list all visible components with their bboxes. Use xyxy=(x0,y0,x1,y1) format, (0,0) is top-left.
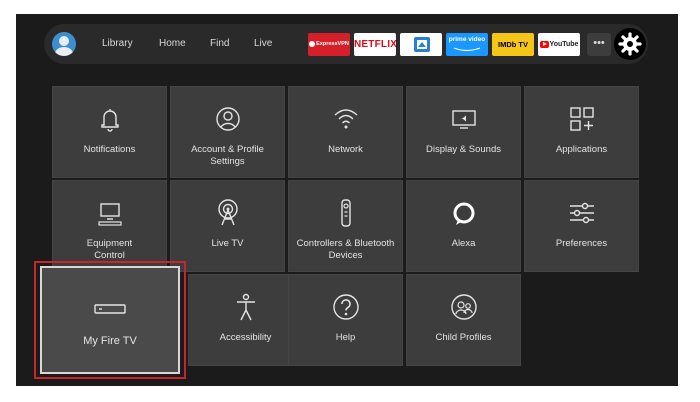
top-nav-bar: Library Home Find Live ExpressVPN NETFLI… xyxy=(44,24,648,64)
accessibility-icon xyxy=(236,293,255,321)
alexa-ring-icon xyxy=(453,202,474,225)
app-imdb-label: IMDb TV xyxy=(498,40,528,49)
focus-highlight-outline xyxy=(34,261,186,379)
tile-applications[interactable]: Applications xyxy=(524,86,639,178)
tile-help[interactable]: Help xyxy=(288,274,403,366)
app-netflix-label: NETFLIX xyxy=(354,39,396,50)
tile-controllers-bluetooth-label-line2: Devices xyxy=(328,250,363,261)
youtube-play-icon xyxy=(539,40,549,48)
display-icon xyxy=(451,110,476,129)
tile-network[interactable]: Network xyxy=(288,86,403,178)
user-circle-icon xyxy=(215,107,240,131)
remote-icon xyxy=(340,199,351,227)
app-netflix[interactable]: NETFLIX xyxy=(354,33,396,56)
tile-equipment-control[interactable]: Equipment Control xyxy=(52,180,167,272)
tile-account-profile[interactable]: Account & Profile Settings xyxy=(170,86,285,178)
prime-smile-icon xyxy=(453,47,481,52)
tile-help-label: Help xyxy=(335,332,356,343)
antenna-icon xyxy=(217,199,238,226)
tile-alexa[interactable]: Alexa xyxy=(406,180,521,272)
question-icon xyxy=(332,294,359,320)
tile-accessibility[interactable]: Accessibility xyxy=(188,274,303,366)
tile-equipment-control-label-line1: Equipment xyxy=(86,238,133,249)
tile-account-profile-label: Account & Profile Settings xyxy=(175,144,280,168)
monitor-icon xyxy=(97,203,122,226)
tile-notifications[interactable]: Notifications xyxy=(52,86,167,178)
gear-icon xyxy=(618,32,642,56)
tile-display-sounds[interactable]: Display & Sounds xyxy=(406,86,521,178)
tile-account-profile-label-line1: Account & Profile xyxy=(191,144,264,155)
tile-display-sounds-label: Display & Sounds xyxy=(426,144,501,155)
tile-controllers-bluetooth-label: Controllers & Bluetooth Devices xyxy=(293,238,398,262)
app-imdb-tv[interactable]: IMDb TV xyxy=(492,33,534,56)
tile-network-label: Network xyxy=(328,144,363,155)
settings-button[interactable] xyxy=(614,28,646,60)
tile-alexa-label: Alexa xyxy=(451,238,476,249)
tile-child-profiles[interactable]: Child Profiles xyxy=(406,274,521,366)
app-prime-label: prime video xyxy=(448,36,486,43)
tile-controllers-bluetooth[interactable]: Controllers & Bluetooth Devices xyxy=(288,180,403,272)
nav-live[interactable]: Live xyxy=(254,24,272,64)
app-expressvpn[interactable]: ExpressVPN xyxy=(308,33,350,56)
file-manager-icon xyxy=(414,37,430,52)
sliders-icon xyxy=(569,202,594,224)
nav-home[interactable]: Home xyxy=(159,24,186,64)
apps-grid-icon xyxy=(569,107,594,131)
tile-applications-label: Applications xyxy=(555,144,608,155)
profile-avatar[interactable] xyxy=(52,32,76,56)
bell-icon xyxy=(100,109,119,132)
tile-equipment-control-label: Equipment Control xyxy=(57,238,162,262)
child-profiles-icon xyxy=(450,294,477,320)
nav-find[interactable]: Find xyxy=(210,24,229,64)
tile-account-profile-label-line2: Settings xyxy=(210,156,245,167)
tile-preferences-label: Preferences xyxy=(555,238,608,249)
wifi-icon xyxy=(334,109,357,129)
app-file-manager[interactable] xyxy=(400,33,442,56)
firetv-screen: Library Home Find Live ExpressVPN NETFLI… xyxy=(16,14,678,386)
more-apps-button[interactable]: ••• xyxy=(587,33,611,56)
nav-library[interactable]: Library xyxy=(102,24,133,64)
tile-controllers-bluetooth-label-line1: Controllers & Bluetooth xyxy=(296,238,395,249)
tile-accessibility-label: Accessibility xyxy=(219,332,272,343)
tile-live-tv-label: Live TV xyxy=(211,238,244,249)
app-prime-video[interactable]: prime video xyxy=(446,33,488,56)
tile-preferences[interactable]: Preferences xyxy=(524,180,639,272)
app-youtube-label: YouTube xyxy=(549,41,579,48)
tile-live-tv[interactable]: Live TV xyxy=(170,180,285,272)
tile-child-profiles-label: Child Profiles xyxy=(435,332,492,343)
app-youtube[interactable]: YouTube xyxy=(538,33,580,56)
tile-notifications-label: Notifications xyxy=(83,144,136,155)
more-apps-label: ••• xyxy=(593,37,605,49)
tile-equipment-control-label-line2: Control xyxy=(94,250,125,261)
app-expressvpn-label: ExpressVPN xyxy=(316,41,349,47)
expressvpn-logo-icon xyxy=(309,40,316,47)
